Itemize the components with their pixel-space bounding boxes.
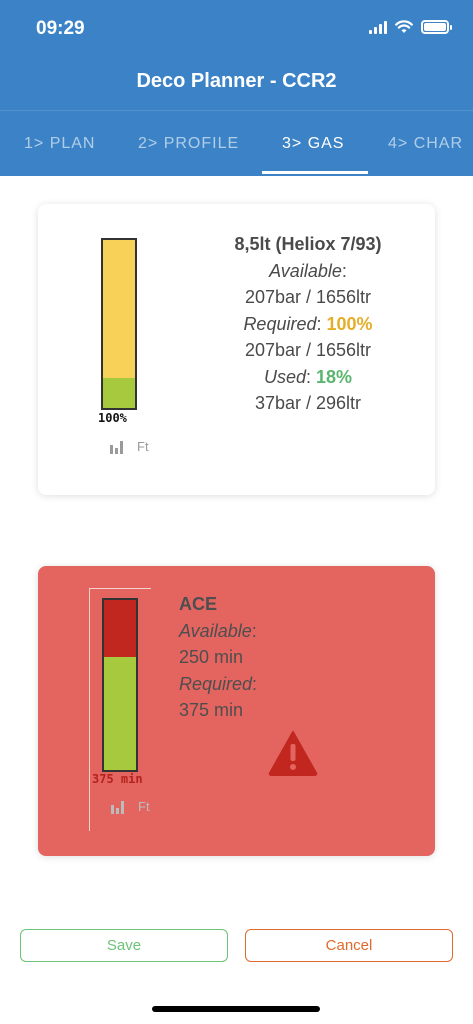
gas-gauge-label: 100% [98, 411, 127, 425]
gas-gauge-used [103, 377, 135, 408]
gas-name: 8,5lt (Heliox 7/93) [234, 234, 382, 254]
used-value: 37bar / 296ltr [254, 393, 362, 413]
gas-info: 8,5lt (Heliox 7/93) Available: 207bar / … [210, 231, 406, 417]
required-label: Required [179, 673, 253, 694]
active-tab-indicator [262, 171, 368, 174]
page-title: Deco Planner - CCR2 [136, 70, 337, 92]
ace-name: ACE [179, 594, 218, 614]
gas-gauge-remaining [103, 240, 135, 378]
home-indicator[interactable] [152, 1006, 320, 1012]
mini-label: Ft [137, 439, 149, 454]
chart-mini-icon [111, 800, 124, 814]
tab-profile[interactable]: 2> PROFILE [138, 135, 239, 153]
ace-card[interactable]: 375 min Ft ACE Available: 250 min Requir… [38, 566, 435, 856]
wifi-icon [395, 20, 413, 33]
gas-gauge [101, 238, 137, 410]
required-value: 207bar / 1656ltr [244, 340, 372, 360]
used-label: Used [263, 366, 306, 387]
cancel-button[interactable]: Cancel [245, 929, 453, 962]
available-label: Available [179, 620, 252, 641]
tab-plan[interactable]: 1> PLAN [24, 135, 95, 153]
status-icons [369, 20, 452, 34]
required-percent: 100% [326, 313, 373, 334]
battery-icon [421, 20, 452, 34]
tab-gas[interactable]: 3> GAS [282, 135, 344, 153]
chart-mini-icon [110, 440, 123, 454]
tab-chart[interactable]: 4> CHAR [388, 135, 463, 153]
cellular-signal-icon [369, 20, 387, 34]
status-time: 09:29 [36, 18, 85, 39]
ace-gauge [102, 598, 138, 772]
gas-card[interactable]: 100% Ft 8,5lt (Heliox 7/93) Available: 2… [38, 204, 435, 495]
warning-icon [268, 731, 318, 776]
ace-gauge-label: 375 min [92, 772, 143, 786]
required-value: 375 min [179, 700, 244, 720]
ace-gauge-available [104, 656, 136, 770]
available-value: 250 min [179, 647, 244, 667]
app-header: 09:29 Deco Planner - CCR2 1> PLAN 2> PRO… [0, 0, 473, 176]
available-label: Available [269, 260, 342, 281]
ace-info: ACE Available: 250 min Required: 375 min [179, 591, 257, 724]
mini-label: Ft [138, 799, 150, 814]
used-percent: 18% [316, 366, 353, 387]
available-value: 207bar / 1656ltr [244, 287, 372, 307]
tab-bar: 1> PLAN 2> PROFILE 3> GAS 4> CHAR [0, 110, 473, 176]
save-button[interactable]: Save [20, 929, 228, 962]
ace-gauge-shortfall [104, 600, 136, 657]
required-label: Required [243, 313, 317, 334]
